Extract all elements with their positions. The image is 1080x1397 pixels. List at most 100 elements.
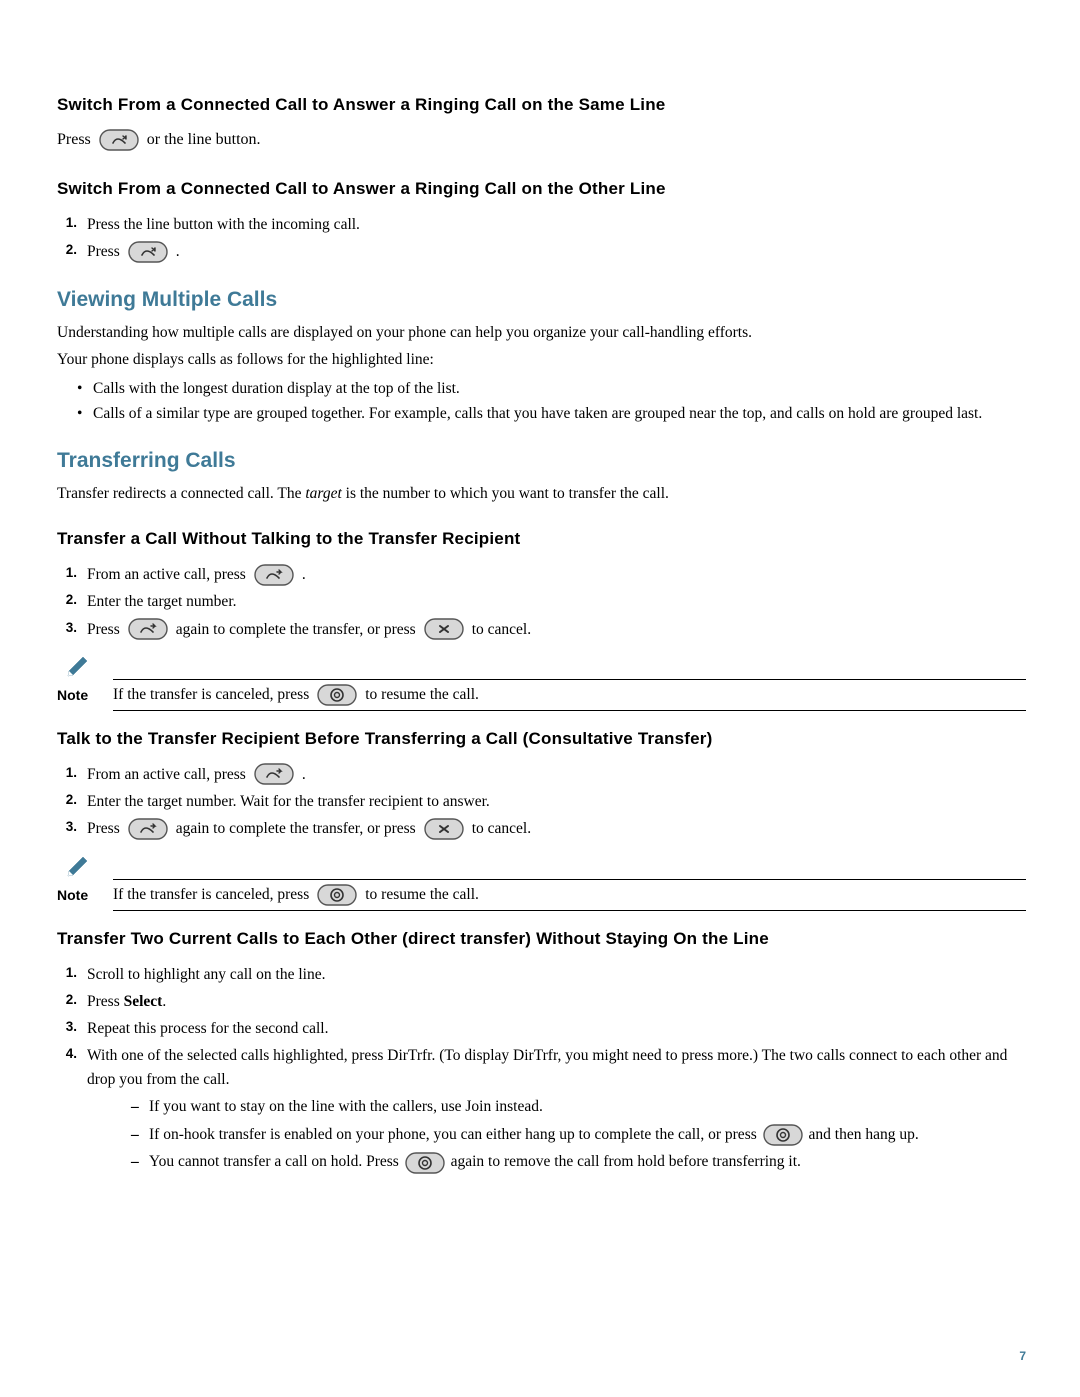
note-block: Note If the transfer is canceled, press … — [57, 851, 1026, 911]
text: Press — [87, 993, 124, 1010]
step-3: 3. Repeat this process for the second ca… — [57, 1017, 1026, 1040]
heading-transfer-without-talking: Transfer a Call Without Talking to the T… — [57, 529, 1026, 549]
heading-direct-transfer: Transfer Two Current Calls to Each Other… — [57, 929, 1026, 949]
step-number: 1. — [57, 563, 77, 580]
document-page: Switch From a Connected Call to Answer a… — [0, 0, 1080, 1397]
step-2: 2. Enter the target number. — [57, 590, 1026, 613]
answer-icon — [99, 129, 139, 151]
cancel-icon — [424, 818, 464, 840]
step-3: 3. Press again to complete the transfer,… — [57, 618, 1026, 641]
text: . — [162, 993, 166, 1010]
step-2: 2. Press Select. — [57, 990, 1026, 1013]
hold-icon — [405, 1152, 445, 1174]
step-2: 2. Enter the target number. Wait for the… — [57, 790, 1026, 813]
step-1: 1. From an active call, press . — [57, 563, 1026, 586]
steps-list: 1. Scroll to highlight any call on the l… — [57, 963, 1026, 1180]
text: Press — [87, 618, 120, 641]
page-number: 7 — [1019, 1349, 1026, 1363]
heading-viewing-multiple-calls: Viewing Multiple Calls — [57, 288, 1026, 312]
step-3: 3. Press again to complete the transfer,… — [57, 817, 1026, 840]
text: Press — [87, 240, 120, 263]
step-text: Press the line button with the incoming … — [87, 213, 1026, 236]
text: is the number to which you want to trans… — [342, 485, 669, 502]
text: You cannot transfer a call on hold. Pres… — [149, 1153, 399, 1170]
note-label: Note — [57, 887, 107, 903]
step-4: 4. With one of the selected calls highli… — [57, 1044, 1026, 1179]
pencil-note-icon — [65, 851, 91, 879]
text: or the line button. — [147, 131, 261, 149]
list-item: Calls with the longest duration display … — [73, 377, 1026, 400]
text: Press — [57, 131, 91, 149]
paragraph: Your phone displays calls as follows for… — [57, 349, 1026, 371]
emphasis: Select — [124, 993, 163, 1010]
text: Press — [87, 817, 120, 840]
text: From an active call, press — [87, 563, 246, 586]
answer-icon — [128, 241, 168, 263]
cancel-icon — [424, 618, 464, 640]
text: to resume the call. — [365, 686, 479, 704]
step-number: 1. — [57, 763, 77, 780]
step-number: 1. — [57, 963, 77, 980]
hold-icon — [763, 1124, 803, 1146]
step-text: Repeat this process for the second call. — [87, 1017, 1026, 1040]
text: . — [176, 240, 180, 263]
step-text: With one of the selected calls highlight… — [87, 1047, 1007, 1087]
list-item: If on-hook transfer is enabled on your p… — [127, 1123, 1026, 1148]
step-number: 3. — [57, 618, 77, 635]
text: If the transfer is canceled, press — [113, 886, 309, 904]
instruction-line: Press or the line button. — [57, 129, 1026, 151]
hold-icon — [317, 684, 357, 706]
transfer-icon — [254, 763, 294, 785]
step-text: Enter the target number. — [87, 590, 1026, 613]
step-number: 3. — [57, 817, 77, 834]
heading-transferring-calls: Transferring Calls — [57, 449, 1026, 473]
step-number: 2. — [57, 240, 77, 257]
text: If on-hook transfer is enabled on your p… — [149, 1126, 757, 1143]
hold-icon — [317, 884, 357, 906]
transfer-icon — [254, 564, 294, 586]
step-2: 2. Press . — [57, 240, 1026, 263]
note-label: Note — [57, 687, 107, 703]
dash-list: If you want to stay on the line with the… — [127, 1095, 1026, 1175]
step-1: 1. From an active call, press . — [57, 763, 1026, 786]
text: again to complete the transfer, or press — [176, 817, 416, 840]
text: . — [302, 563, 306, 586]
step-text: Enter the target number. Wait for the tr… — [87, 790, 1026, 813]
step-1: 1. Scroll to highlight any call on the l… — [57, 963, 1026, 986]
step-text: Scroll to highlight any call on the line… — [87, 963, 1026, 986]
steps-list: 1. From an active call, press . 2. Enter… — [57, 763, 1026, 841]
steps-list: 1. From an active call, press . 2. Enter… — [57, 563, 1026, 641]
text: to resume the call. — [365, 886, 479, 904]
list-item: If you want to stay on the line with the… — [127, 1095, 1026, 1120]
heading-switch-other-line: Switch From a Connected Call to Answer a… — [57, 179, 1026, 199]
transfer-icon — [128, 818, 168, 840]
text: and then hang up. — [809, 1126, 919, 1143]
heading-consultative-transfer: Talk to the Transfer Recipient Before Tr… — [57, 729, 1026, 749]
step-number: 3. — [57, 1017, 77, 1034]
bullet-list: Calls with the longest duration display … — [73, 377, 1026, 426]
step-number: 4. — [57, 1044, 77, 1061]
heading-switch-same-line: Switch From a Connected Call to Answer a… — [57, 95, 1026, 115]
paragraph: Understanding how multiple calls are dis… — [57, 322, 1026, 344]
step-number: 2. — [57, 790, 77, 807]
text: again to remove the call from hold befor… — [451, 1153, 801, 1170]
text: From an active call, press — [87, 763, 246, 786]
steps-list: 1. Press the line button with the incomi… — [57, 213, 1026, 264]
step-1: 1. Press the line button with the incomi… — [57, 213, 1026, 236]
list-item: You cannot transfer a call on hold. Pres… — [127, 1150, 1026, 1175]
step-number: 2. — [57, 990, 77, 1007]
list-item: Calls of a similar type are grouped toge… — [73, 402, 1026, 425]
step-number: 1. — [57, 213, 77, 230]
text: Transfer redirects a connected call. The — [57, 485, 305, 502]
text: again to complete the transfer, or press — [176, 618, 416, 641]
text: to cancel. — [472, 817, 531, 840]
text: . — [302, 763, 306, 786]
note-block: Note If the transfer is canceled, press … — [57, 651, 1026, 711]
pencil-note-icon — [65, 651, 91, 679]
emphasis: target — [305, 485, 341, 502]
text: to cancel. — [472, 618, 531, 641]
step-number: 2. — [57, 590, 77, 607]
paragraph: Transfer redirects a connected call. The… — [57, 483, 1026, 505]
text: If the transfer is canceled, press — [113, 686, 309, 704]
transfer-icon — [128, 618, 168, 640]
